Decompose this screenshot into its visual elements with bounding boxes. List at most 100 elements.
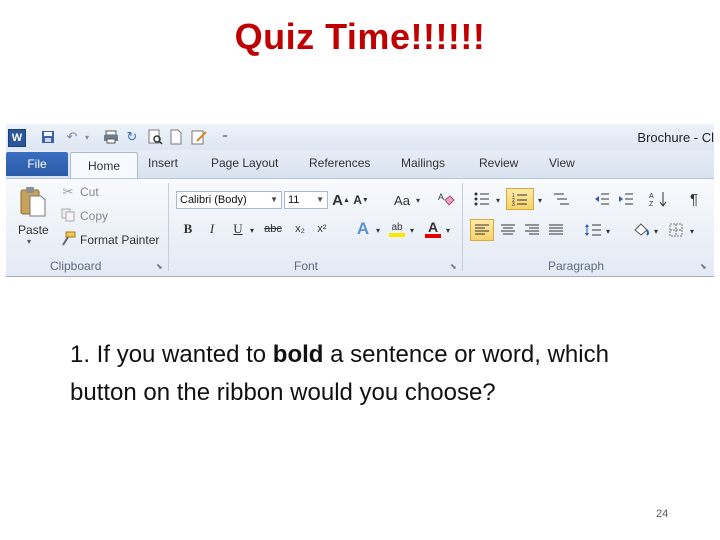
group-divider [462, 183, 463, 271]
tab-home[interactable]: Home [70, 152, 138, 179]
group-divider [168, 183, 169, 271]
align-right-icon[interactable] [522, 220, 542, 240]
clear-formatting-icon[interactable]: A [436, 189, 456, 209]
svg-text:3: 3 [512, 202, 515, 206]
strikethrough-icon[interactable]: abc [260, 220, 286, 238]
underline-icon[interactable]: U [230, 220, 246, 238]
tab-page-layout[interactable]: Page Layout [211, 156, 278, 170]
print-icon[interactable] [102, 128, 120, 146]
chevron-down-icon[interactable]: ▾ [374, 222, 382, 238]
edit-document-icon[interactable] [190, 128, 208, 146]
text-effects-icon[interactable]: A [352, 218, 374, 240]
italic-icon[interactable]: I [204, 220, 220, 238]
paste-button[interactable]: Paste [18, 223, 49, 237]
font-name-value: Calibri (Body) [180, 194, 247, 206]
tab-mailings[interactable]: Mailings [401, 156, 445, 170]
undo-dropdown-icon[interactable]: ▾ [82, 128, 92, 146]
highlight-color-swatch [389, 232, 405, 237]
tab-references[interactable]: References [309, 156, 370, 170]
word-ribbon-screenshot: W ↶ ▾ ↻ ⁼ Brochure - Cl File Home Insert… [6, 124, 714, 277]
multilevel-list-icon[interactable] [550, 189, 572, 209]
show-hide-icon[interactable]: ¶ [684, 189, 704, 209]
slide-title: Quiz Time!!!!!! [234, 16, 486, 57]
cut-icon: ✂ [62, 184, 74, 199]
undo-icon[interactable]: ↶ [62, 128, 82, 146]
font-size-value: 11 [288, 194, 300, 206]
paragraph-group-label: Paragraph [548, 259, 605, 273]
subscript-icon[interactable]: x₂ [290, 220, 310, 238]
font-color-icon[interactable]: A [422, 218, 444, 240]
chevron-down-icon[interactable]: ▾ [494, 193, 502, 207]
font-group-label: Font [294, 259, 319, 273]
font-color-glyph: A [427, 219, 439, 235]
chevron-down-icon[interactable]: ▾ [536, 193, 544, 207]
numbering-icon[interactable]: 123 [506, 188, 534, 210]
paste-icon[interactable] [16, 185, 50, 219]
line-spacing-icon[interactable] [582, 220, 604, 240]
increase-indent-icon[interactable] [616, 189, 636, 209]
paste-dropdown-icon[interactable]: ▾ [27, 237, 31, 246]
highlight-glyph: ab [391, 221, 403, 233]
document-title: Brochure - Cl [637, 130, 714, 145]
tab-view[interactable]: View [549, 156, 575, 170]
svg-text:Z: Z [649, 201, 654, 207]
align-center-icon[interactable] [498, 220, 518, 240]
copy-icon [60, 207, 76, 223]
new-document-icon[interactable] [168, 128, 184, 146]
save-icon[interactable] [40, 128, 56, 146]
bold-glyph: B [183, 221, 193, 236]
clipboard-launcher-icon[interactable]: ⬊ [156, 262, 163, 271]
italic-glyph: I [209, 221, 215, 236]
quiz-question: 1. If you wanted to bold a sentence or w… [70, 336, 670, 412]
borders-icon[interactable] [666, 220, 686, 240]
decrease-indent-icon[interactable] [592, 189, 612, 209]
chevron-down-icon[interactable]: ▾ [604, 224, 612, 238]
shrink-font-icon[interactable]: A ▼ [352, 190, 370, 210]
chevron-down-icon[interactable]: ▾ [444, 222, 452, 238]
sort-icon[interactable]: AZ [648, 189, 670, 209]
superscript-icon[interactable]: x² [312, 220, 332, 238]
question-bold-word: bold [272, 341, 324, 368]
tab-insert[interactable]: Insert [148, 156, 178, 170]
bullets-icon[interactable] [472, 189, 492, 209]
ribbon-tab-bar: File Home Insert Page Layout References … [6, 150, 714, 179]
tab-file[interactable]: File [6, 152, 68, 176]
shading-icon[interactable] [630, 220, 652, 240]
customize-toolbar-icon[interactable]: ⁼ [218, 128, 232, 146]
subscript-glyph: x₂ [295, 223, 305, 235]
underline-glyph: U [233, 221, 243, 236]
format-painter-icon [60, 231, 76, 247]
justify-icon[interactable] [546, 220, 566, 240]
print-preview-icon[interactable] [146, 128, 164, 146]
strikethrough-glyph: abc [264, 223, 282, 235]
chevron-down-icon: ▼ [316, 195, 324, 204]
chevron-down-icon: ▼ [270, 195, 278, 204]
copy-button[interactable]: Copy [80, 209, 108, 223]
chevron-down-icon[interactable]: ▾ [652, 224, 660, 238]
word-logo-icon: W [8, 129, 26, 147]
text-effects-glyph: A [356, 219, 370, 238]
font-launcher-icon[interactable]: ⬊ [450, 262, 457, 271]
chevron-down-icon[interactable]: ▾ [688, 224, 696, 238]
align-left-icon[interactable] [470, 219, 494, 241]
chevron-down-icon[interactable]: ▾ [248, 222, 256, 238]
pilcrow-glyph: ¶ [689, 190, 699, 208]
cut-button[interactable]: Cut [80, 185, 99, 199]
repeat-icon[interactable]: ↻ [124, 128, 140, 146]
change-case-icon[interactable]: Aa [390, 190, 414, 210]
font-name-combo[interactable]: Calibri (Body) ▼ [176, 191, 282, 209]
text-highlight-icon[interactable]: ab [386, 218, 408, 240]
font-size-combo[interactable]: 11 ▼ [284, 191, 328, 209]
slide-page-number: 24 [656, 508, 669, 520]
paragraph-launcher-icon[interactable]: ⬊ [700, 262, 707, 271]
change-case-glyph: Aa [394, 192, 410, 208]
tab-review[interactable]: Review [479, 156, 518, 170]
clipboard-group-label: Clipboard [50, 259, 102, 273]
grow-font-icon[interactable]: A ▲ [332, 190, 350, 210]
format-painter-button[interactable]: Format Painter [80, 233, 159, 247]
chevron-down-icon[interactable]: ▾ [414, 192, 422, 208]
bold-icon[interactable]: B [180, 220, 196, 238]
svg-text:A: A [649, 193, 654, 200]
chevron-down-icon[interactable]: ▾ [408, 222, 416, 238]
home-ribbon-panel: Paste ▾ ✂ Cut Copy Format Painter Clipbo… [6, 178, 714, 276]
